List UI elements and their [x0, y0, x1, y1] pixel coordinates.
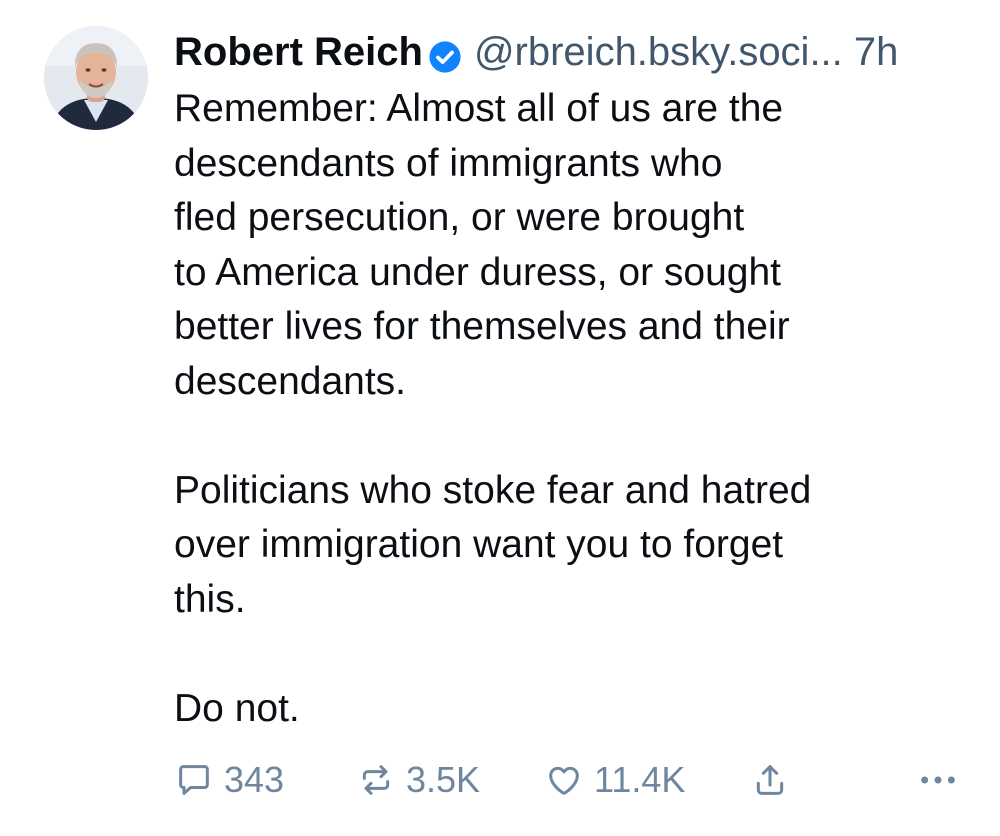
post-paragraph: Remember: Almost all of us are the desce…: [174, 87, 790, 403]
reply-button[interactable]: 343: [174, 752, 284, 808]
avatar-image: [44, 26, 148, 130]
author-display-name[interactable]: Robert Reich: [174, 26, 423, 78]
avatar[interactable]: [44, 26, 148, 130]
post-actions-bar: 343 3.5K 11.4K: [174, 752, 974, 808]
share-upload-icon: [750, 760, 790, 800]
post-timestamp[interactable]: 7h: [854, 26, 899, 78]
speech-bubble-icon: [174, 760, 214, 800]
verified-check-icon: [428, 35, 462, 73]
header-separator: [843, 26, 854, 78]
repost-arrows-icon: [356, 760, 396, 800]
like-button[interactable]: 11.4K: [544, 752, 685, 808]
repost-count: 3.5K: [406, 759, 481, 800]
post-body: Remember: Almost all of us are the desce…: [174, 82, 964, 736]
post-card[interactable]: Robert Reich @rbreich.bsky.soci... 7h Re…: [0, 0, 1000, 836]
share-button[interactable]: [750, 752, 790, 808]
post-paragraph: Do not.: [174, 686, 300, 730]
author-handle[interactable]: @rbreich.bsky.soci...: [474, 26, 843, 78]
repost-button[interactable]: 3.5K: [356, 752, 480, 808]
more-options-button[interactable]: [916, 752, 960, 808]
like-count: 11.4K: [594, 759, 686, 800]
reply-count: 343: [224, 759, 285, 800]
post-header: Robert Reich @rbreich.bsky.soci... 7h: [174, 26, 974, 78]
ellipsis-icon: [916, 760, 960, 800]
post-paragraph: Politicians who stoke fear and hatred ov…: [174, 468, 812, 621]
heart-outline-icon: [544, 760, 584, 800]
